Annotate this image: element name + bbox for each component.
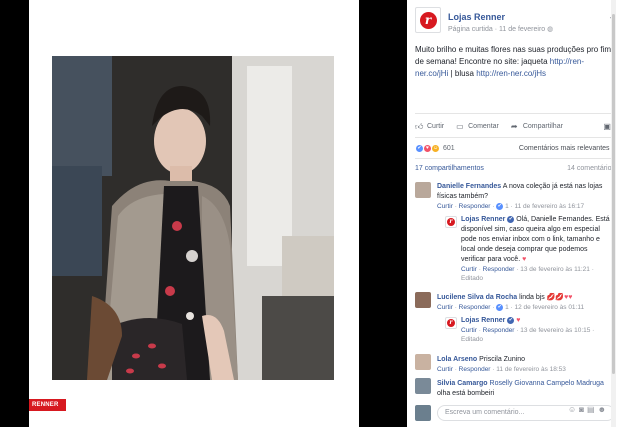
page-avatar-small[interactable]: r — [445, 216, 457, 228]
avatar[interactable] — [415, 354, 431, 370]
comment-meta: Curtir · Responder · 13 de fevereiro às … — [461, 327, 595, 343]
commenter-name[interactable]: Lola Arseno — [437, 356, 477, 363]
reaction-count: 601 — [443, 144, 455, 152]
comment-reply-link[interactable]: Responder — [483, 327, 515, 334]
divider — [415, 137, 615, 138]
comment-like-link[interactable]: Curtir — [437, 366, 453, 373]
avatar[interactable] — [415, 378, 431, 394]
post-header: r Lojas Renner Página curtida · 11 de fe… — [415, 7, 615, 37]
comment-date[interactable]: 12 de fevereiro às 01:11 — [514, 304, 584, 311]
comments-count: 14 comentários — [567, 165, 615, 172]
comment-text: Priscila Zunino — [477, 356, 526, 363]
gif-icon[interactable]: ▤ — [587, 405, 598, 414]
comment-like-count: 1 — [505, 304, 509, 311]
comment-edited[interactable]: Editado — [461, 275, 483, 282]
comment-meta: Curtir · Responder · ✔ 1 · 11 de feverei… — [437, 202, 585, 210]
post-text-mid: | blusa — [448, 69, 477, 78]
page-name-link[interactable]: Lojas Renner — [448, 12, 505, 22]
comment-composer: Escreva um comentário... ☺◙▤☻ — [415, 403, 615, 423]
comment-button[interactable]: ▭ Comentar — [456, 122, 499, 131]
commenter-name[interactable]: Silvia Camargo — [437, 380, 488, 387]
commenter-name[interactable]: Danielle Fernandes — [437, 183, 501, 190]
thumbs-up-icon: 👍︎ — [415, 121, 424, 131]
comment-like-link[interactable]: Curtir — [461, 327, 477, 334]
avatar[interactable] — [415, 292, 431, 308]
avatar[interactable] — [415, 182, 431, 198]
renner-logo-icon: r — [419, 11, 437, 29]
like-label: Curtir — [427, 122, 445, 130]
post-actions: 👍︎ Curtir ▭ Comentar ➦ Compartilhar ▣▾ — [415, 119, 615, 133]
comment-icon: ▭ — [456, 121, 464, 131]
comment-text: Olá, Danielle Fernandes. Está disponível… — [461, 216, 610, 263]
comment-reply-link[interactable]: Responder — [483, 266, 515, 273]
scrollbar-thumb[interactable] — [612, 14, 615, 374]
share-button[interactable]: ➦ Compartilhar — [511, 122, 563, 131]
comment-date[interactable]: 13 de fevereiro às 10:15 — [520, 327, 590, 334]
page-avatar[interactable]: r — [415, 7, 441, 33]
heart-emoji-icon: ♥ — [516, 317, 521, 324]
composer-tools: ☺◙▤☻ — [568, 403, 609, 417]
comment-item: Danielle Fernandes A nova coleção já est… — [437, 182, 615, 211]
comment-reply-link[interactable]: Responder — [459, 203, 491, 210]
comment-meta: Curtir · Responder · ✔ 1 · 12 de feverei… — [437, 303, 585, 311]
photo-card: RENNER — [29, 0, 359, 427]
like-count-icon: ✔ — [496, 303, 504, 311]
reactions-summary[interactable]: ✔ ♥ ☺ 601 Comentários mais relevantes ▾ — [415, 142, 615, 154]
shares-link[interactable]: 17 compartilhamentos — [415, 165, 484, 175]
page-avatar-small[interactable]: r — [445, 317, 457, 329]
model-photo-illustration — [52, 56, 334, 380]
divider — [415, 158, 615, 159]
comment-like-link[interactable]: Curtir — [461, 266, 477, 273]
commenter-name[interactable]: Lucilene Silva da Rocha — [437, 294, 517, 301]
comment-label: Comentar — [468, 122, 499, 130]
camera-icon[interactable]: ◙ — [579, 405, 587, 414]
post-side-panel: r Lojas Renner Página curtida · 11 de fe… — [407, 0, 620, 427]
comment-item: Lola Arseno Priscila Zunino Curtir · Res… — [437, 355, 615, 374]
post-meta: Página curtida · 11 de fevereiro ◍ — [448, 25, 553, 33]
comment-meta: Curtir · Responder · 13 de fevereiro às … — [461, 266, 594, 282]
post-photo[interactable] — [52, 56, 334, 380]
comment-reply-link[interactable]: Responder — [459, 366, 491, 373]
comment-sort-dropdown[interactable]: Comentários mais relevantes ▾ — [519, 144, 615, 152]
comment-text: olha está bombeiri — [437, 390, 495, 397]
comment-meta: Curtir · Responder · 11 de fevereiro às … — [437, 366, 566, 373]
comment-text: linda bjs — [517, 294, 547, 301]
post-stats: 17 compartilhamentos 14 comentários — [415, 165, 615, 175]
comment-date[interactable]: 11 de fevereiro às 16:17 — [514, 203, 584, 210]
share-arrow-icon: ➦ — [510, 121, 518, 131]
commenter-name[interactable]: Lojas Renner — [461, 317, 505, 324]
like-button[interactable]: 👍︎ Curtir — [415, 122, 444, 131]
like-count-icon: ✔ — [496, 202, 504, 210]
comment-like-count: 1 — [505, 203, 509, 210]
viewer-backdrop: RENNER r Lojas Renner Página curtida · 1… — [0, 0, 620, 427]
brand-watermark: RENNER — [29, 399, 66, 411]
post-body: Muito brilho e muitas flores nas suas pr… — [415, 44, 613, 80]
comment-edited[interactable]: Editado — [461, 336, 483, 343]
commenter-name[interactable]: Lojas Renner — [461, 216, 505, 223]
share-label: Compartilhar — [522, 122, 563, 130]
emoji-icon[interactable]: ☺ — [568, 405, 579, 414]
comment-like-link[interactable]: Curtir — [437, 203, 453, 210]
comment-reply-item: Lojas Renner ✔ ♥ Curtir · Responder · 13… — [461, 316, 613, 344]
comment-date[interactable]: 13 de fevereiro às 11:21 — [520, 266, 590, 273]
current-user-avatar — [415, 405, 431, 421]
renner-logo-icon: r — [447, 218, 455, 226]
haha-reaction-icon: ☺ — [431, 143, 440, 153]
comment-item: Silvia Camargo Roselly Giovanna Campelo … — [437, 379, 615, 399]
renner-logo-icon: r — [447, 319, 455, 327]
tagged-user-link[interactable]: Roselly Giovanna Campelo Madruga — [488, 380, 604, 387]
comment-reply-link[interactable]: Responder — [459, 304, 491, 311]
sticker-icon[interactable]: ☻ — [598, 405, 609, 414]
page-type-label: Página curtida — [448, 26, 493, 33]
globe-icon: ◍ — [547, 26, 554, 33]
comment-date[interactable]: 11 de fevereiro às 18:53 — [496, 366, 566, 373]
comment-like-link[interactable]: Curtir — [437, 304, 453, 311]
heart-emoji-icon: ♥ — [522, 256, 527, 263]
heart-emoji-icon: 💋💋♥♥ — [546, 294, 573, 301]
comment-reply-item: Lojas Renner ✔ Olá, Danielle Fernandes. … — [461, 215, 613, 283]
divider — [415, 113, 615, 114]
post-link-blouse[interactable]: http://ren-ner.co/jHs — [476, 69, 546, 78]
post-date-link[interactable]: 11 de fevereiro — [499, 26, 545, 33]
comment-item: Lucilene Silva da Rocha linda bjs 💋💋♥♥ C… — [437, 293, 615, 312]
